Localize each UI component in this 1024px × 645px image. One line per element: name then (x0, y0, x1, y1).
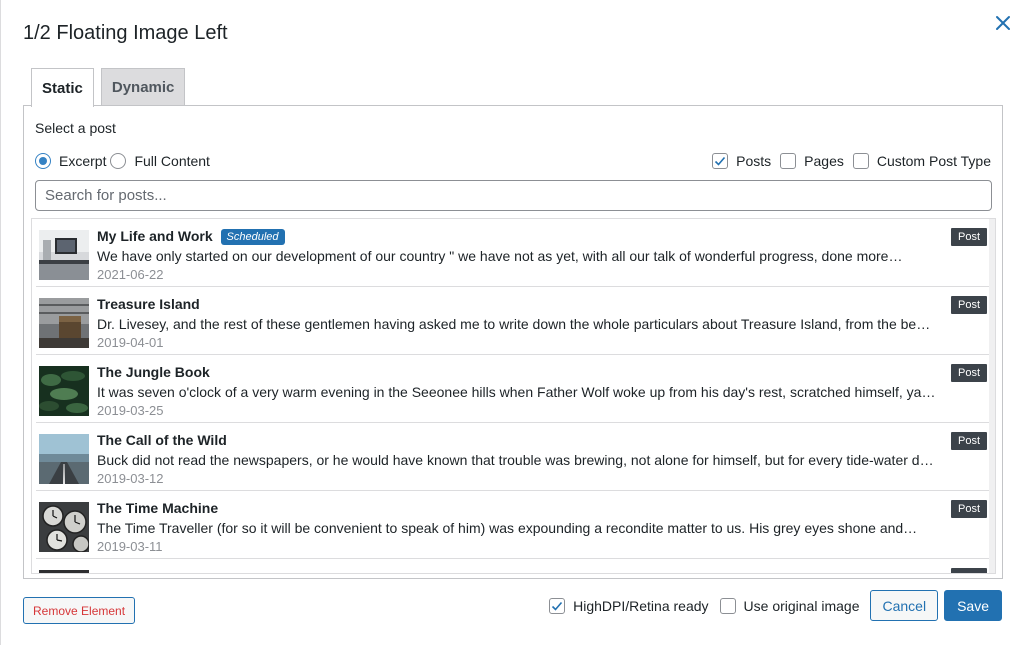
tab-bar: Static Dynamic (31, 68, 192, 107)
post-date: 2021-06-22 (97, 267, 164, 282)
post-thumbnail (39, 434, 89, 484)
post-title: The Jungle Book (97, 364, 210, 380)
post-title-text: My Life and Work (97, 228, 213, 244)
pages-checkbox[interactable] (780, 153, 797, 169)
original-image-checkbox[interactable] (719, 597, 736, 614)
original-image-label[interactable]: Use original image (744, 598, 860, 614)
static-panel: Select a post Excerpt Full Content Posts… (23, 105, 1003, 579)
list-item[interactable]: The Jungle Book It was seven o'clock of … (36, 355, 992, 423)
post-excerpt: It was seven o'clock of a very warm even… (97, 384, 936, 400)
post-type-badge (951, 568, 987, 573)
list-item[interactable] (36, 559, 992, 573)
excerpt-radio-label[interactable]: Excerpt (59, 153, 106, 169)
excerpt-radio[interactable] (35, 153, 51, 169)
post-thumbnail (39, 230, 89, 280)
post-date: 2019-03-11 (97, 539, 163, 554)
content-mode-group: Excerpt Full Content (35, 153, 210, 169)
full-content-radio-label[interactable]: Full Content (134, 153, 209, 169)
post-type-badge: Post (950, 228, 987, 246)
post-type-badge: Post (950, 500, 987, 518)
scheduled-badge: Scheduled (220, 229, 285, 245)
list-item[interactable]: The Time Machine The Time Traveller (for… (36, 491, 992, 559)
post-type-badge: Post (950, 432, 987, 450)
select-post-label: Select a post (35, 120, 116, 136)
post-type-filter: Posts Pages Custom Post Type (712, 153, 991, 169)
post-thumbnail (39, 366, 89, 416)
pages-checkbox-label[interactable]: Pages (804, 153, 844, 169)
list-item[interactable]: Treasure Island Dr. Livesey, and the res… (36, 287, 992, 355)
dialog-title: 1/2 Floating Image Left (23, 22, 228, 44)
checkmark-icon (552, 601, 563, 611)
cancel-button[interactable]: Cancel (870, 590, 939, 621)
post-excerpt: Dr. Livesey, and the rest of these gentl… (97, 316, 931, 332)
post-title: Treasure Island (97, 296, 200, 312)
posts-checkbox[interactable] (712, 153, 729, 169)
tab-dynamic[interactable]: Dynamic (100, 68, 186, 106)
hidpi-checkbox[interactable] (549, 597, 566, 614)
post-excerpt: The Time Traveller (for so it will be co… (97, 520, 918, 536)
tab-static[interactable]: Static (31, 68, 94, 107)
remove-element-button[interactable]: Remove Element (23, 597, 136, 624)
post-title: My Life and Work Scheduled (97, 228, 285, 245)
post-date: 2019-03-25 (97, 403, 164, 418)
checkmark-icon (715, 156, 726, 166)
hidpi-label[interactable]: HighDPI/Retina ready (573, 598, 708, 614)
close-icon (996, 16, 1010, 30)
post-title: The Call of the Wild (97, 432, 227, 448)
post-excerpt: We have only started on our development … (97, 248, 903, 264)
posts-checkbox-label[interactable]: Posts (736, 153, 771, 169)
save-button[interactable]: Save (944, 590, 1002, 621)
list-scrollbar[interactable] (989, 219, 995, 573)
footer-actions: HighDPI/Retina ready Use original image … (549, 590, 1002, 621)
full-content-radio[interactable] (110, 153, 127, 169)
post-list-items: My Life and Work Scheduled We have only … (32, 219, 992, 573)
close-button[interactable] (990, 10, 1016, 36)
insert-element-dialog: 1/2 Floating Image Left Static Dynamic S… (0, 0, 1024, 645)
custom-post-type-checkbox-label[interactable]: Custom Post Type (877, 153, 991, 169)
post-list[interactable]: My Life and Work Scheduled We have only … (31, 218, 996, 574)
post-type-badge: Post (950, 296, 987, 314)
post-thumbnail (39, 570, 89, 573)
post-type-badge: Post (950, 364, 987, 382)
post-title: The Time Machine (97, 500, 219, 516)
list-item[interactable]: My Life and Work Scheduled We have only … (36, 219, 992, 287)
post-date: 2019-04-01 (97, 335, 164, 350)
search-input[interactable] (35, 180, 992, 211)
post-thumbnail (39, 298, 89, 348)
post-excerpt: Buck did not read the newspapers, or he … (97, 452, 934, 468)
list-item[interactable]: The Call of the Wild Buck did not read t… (36, 423, 992, 491)
post-date: 2019-03-12 (97, 471, 164, 486)
custom-post-type-checkbox[interactable] (852, 153, 869, 169)
post-thumbnail (39, 502, 89, 552)
